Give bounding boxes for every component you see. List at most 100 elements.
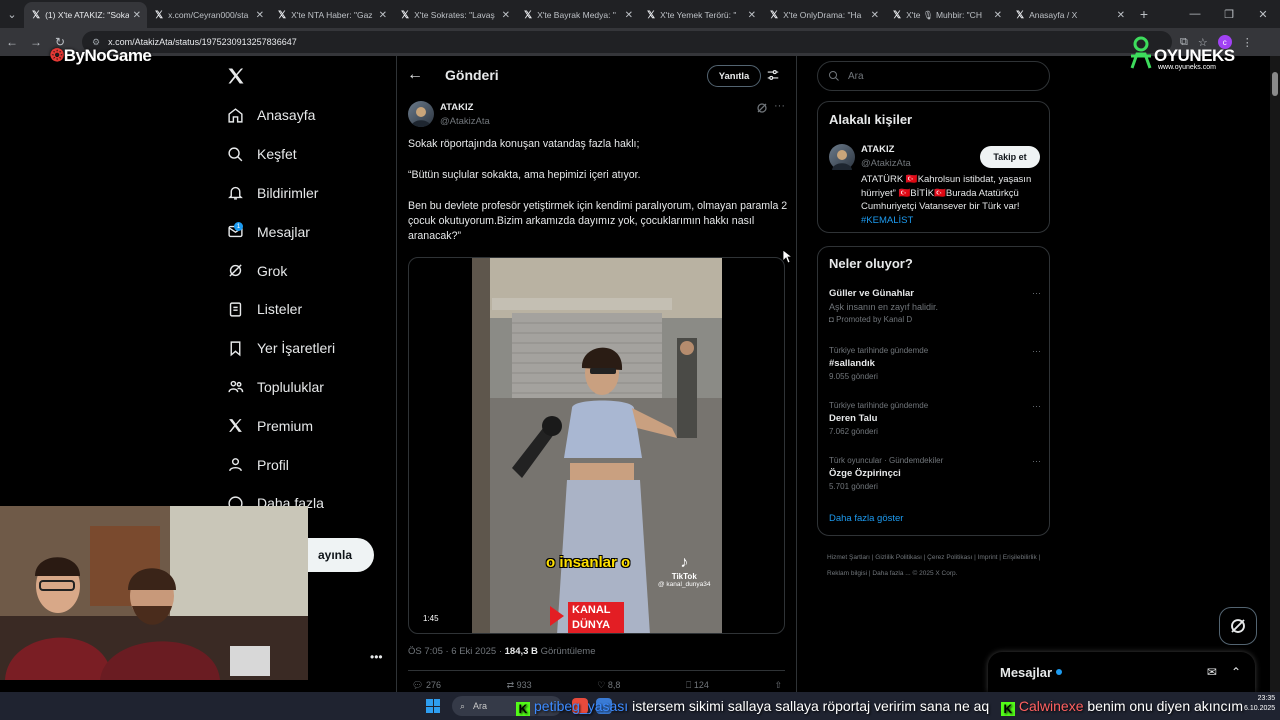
new-tab-button[interactable]: + — [1131, 6, 1157, 22]
tab-title: Anasayfa / X — [1029, 10, 1078, 20]
trend-context: Türkiye tarihinde gündemde — [829, 401, 929, 410]
chat-message: benim onu diyen akıncım — [1087, 698, 1244, 714]
nav-communities[interactable]: Topluluklar — [226, 368, 335, 407]
related-name[interactable]: ATAKIZ — [861, 144, 894, 155]
nav-label: Bildirimler — [257, 184, 319, 201]
scrollbar-thumb[interactable] — [1272, 72, 1278, 96]
nav-bookmarks[interactable]: Yer İşaretleri — [226, 329, 335, 368]
nav-lists[interactable]: Listeler — [226, 290, 335, 329]
chat-ticker: Kpetibeg_yasası istersem sikimi sallaya … — [516, 698, 1280, 720]
reply-action[interactable]: 💬︎ 276 — [412, 680, 441, 691]
windows-start-icon[interactable] — [426, 699, 440, 713]
nav-messages[interactable]: 1 Mesajlar — [226, 212, 335, 251]
nav-home[interactable]: Anasayfa — [226, 96, 335, 135]
new-message-icon[interactable]: ✉ — [1207, 665, 1217, 679]
restore-icon[interactable]: ❐ — [1212, 8, 1246, 21]
forward-icon[interactable]: → — [24, 35, 48, 49]
close-tab-icon[interactable]: ✕ — [379, 10, 387, 21]
bynogame-logo: ❂ByNoGame — [50, 46, 152, 66]
post-time[interactable]: ÖS 7:05 · 6 Eki 2025 · — [408, 646, 502, 657]
trend-item[interactable]: Türkiye tarihinde gündemde Deren Talu 7.… — [829, 401, 1041, 436]
browser-tab[interactable]: 𝕏 Anasayfa / X ✕ — [1008, 2, 1131, 28]
bookmark-count: 124 — [693, 680, 709, 690]
browser-tab[interactable]: 𝕏 x.com/Ceyran000/sta ✕ — [147, 2, 270, 28]
share-icon[interactable]: ⇧ — [774, 680, 782, 691]
close-tab-icon[interactable]: ✕ — [994, 10, 1002, 21]
reply-count: 276 — [425, 680, 441, 690]
back-arrow-icon[interactable]: ← — [407, 66, 423, 84]
close-window-icon[interactable]: ✕ — [1246, 8, 1280, 21]
close-tab-icon[interactable]: ✕ — [1117, 10, 1125, 21]
browser-tab[interactable]: 𝕏 X'te 🎙 Muhbir: "CH ✕ — [885, 2, 1008, 28]
footer-links[interactable]: Hizmet Şartları | Gizlilik Politikası | … — [827, 550, 1047, 582]
nav-premium[interactable]: Premium — [226, 406, 335, 445]
mouse-cursor-icon — [783, 250, 793, 264]
close-tab-icon[interactable]: ✕ — [133, 10, 141, 21]
grok-icon[interactable] — [756, 102, 768, 114]
search-input[interactable]: Ara — [817, 61, 1050, 91]
browser-tab[interactable]: 𝕏 X'te OnlyDrama: "Ha ✕ — [762, 2, 885, 28]
trend-more-icon[interactable]: ··· — [1032, 288, 1041, 298]
nav-profile[interactable]: Profil — [226, 445, 335, 484]
close-tab-icon[interactable]: ✕ — [625, 10, 633, 21]
x-logo-icon[interactable] — [226, 66, 246, 86]
browser-tabbar: ⌄ 𝕏 (1) X'te ATAKIZ: "Sokak ✕ 𝕏 x.com/Ce… — [0, 0, 1280, 28]
grok-floating-button[interactable] — [1219, 607, 1257, 645]
nav-label: Yer İşaretleri — [257, 340, 336, 357]
kanal-logo-top: KANAL — [572, 604, 611, 616]
scrollbar[interactable] — [1270, 56, 1280, 696]
trend-item[interactable]: Türk oyuncular · Gündemdekiler Özge Özpi… — [829, 456, 1041, 491]
close-tab-icon[interactable]: ✕ — [871, 10, 879, 21]
messages-dock[interactable]: Mesajlar ✉ ⌃ — [988, 652, 1255, 692]
browser-tab[interactable]: 𝕏 X'te Sokrates: "Lavaş ✕ — [393, 2, 516, 28]
author-name[interactable]: ATAKIZ — [440, 102, 473, 113]
grok-icon — [226, 262, 244, 280]
browser-tab[interactable]: 𝕏 X'te NTA Haber: "Gaz ✕ — [270, 2, 393, 28]
video-frame[interactable]: o insanlar o ♪ TikTok @ kanal_dunya34 KA… — [472, 258, 722, 633]
x-favicon-icon: 𝕏 — [278, 9, 287, 21]
nav-grok[interactable]: Grok — [226, 251, 335, 290]
trend-item[interactable]: Türkiye tarihinde gündemde #sallandık 9.… — [829, 346, 1041, 381]
tab-title: (1) X'te ATAKIZ: "Sokak — [45, 10, 129, 20]
column-divider — [396, 56, 397, 720]
back-icon[interactable]: ← — [0, 35, 24, 49]
related-handle[interactable]: @AtakizAta — [861, 158, 911, 169]
column-divider — [796, 56, 797, 720]
like-action[interactable]: ♡ 8,8 — [597, 680, 620, 691]
bookmark-action[interactable]: ⎕ 124 — [686, 680, 709, 691]
trend-title: #sallandık — [829, 358, 875, 369]
browser-tab[interactable]: 𝕏 X'te Bayrak Medya: " ✕ — [516, 2, 639, 28]
nav-label: Anasayfa — [257, 107, 316, 124]
avatar[interactable] — [829, 144, 855, 170]
trend-item[interactable]: Güller ve Günahlar Aşk insanın en zayıf … — [829, 288, 1041, 324]
nav-notifications[interactable]: Bildirimler — [226, 174, 335, 213]
tiktok-user: @ kanal_dunya34 — [658, 581, 711, 588]
nav-explore[interactable]: Keşfet — [226, 135, 335, 174]
reply-button[interactable]: Yanıtla — [707, 65, 761, 87]
close-tab-icon[interactable]: ✕ — [748, 10, 756, 21]
follow-button[interactable]: Takip et — [980, 146, 1040, 168]
account-more-icon[interactable]: ••• — [370, 650, 383, 664]
trend-more-icon[interactable]: ··· — [1032, 456, 1041, 466]
repost-action[interactable]: ⇄ 933 — [507, 680, 532, 691]
close-tab-icon[interactable]: ✕ — [502, 10, 510, 21]
browser-tab[interactable]: 𝕏 (1) X'te ATAKIZ: "Sokak ✕ — [24, 2, 147, 28]
sliders-icon[interactable] — [766, 68, 780, 82]
x-icon — [226, 417, 244, 435]
browser-tab[interactable]: 𝕏 X'te Yemek Terörü: " ✕ — [639, 2, 762, 28]
close-tab-icon[interactable]: ✕ — [256, 10, 264, 21]
trend-more-icon[interactable]: ··· — [1032, 346, 1041, 356]
x-favicon-icon: 𝕏 — [647, 9, 656, 21]
author-handle[interactable]: @AtakizAta — [440, 116, 490, 127]
hashtag-link[interactable]: #KEMALİST — [861, 215, 913, 226]
trend-more-icon[interactable]: ··· — [1032, 401, 1041, 411]
show-more-link[interactable]: Daha fazla göster — [829, 513, 903, 524]
author-avatar[interactable] — [408, 101, 434, 127]
tab-search-button[interactable]: ⌄ — [0, 0, 24, 28]
post-more-icon[interactable]: ··· — [774, 100, 785, 112]
nav-label: Keşfet — [257, 146, 297, 163]
minimize-icon[interactable]: — — [1178, 8, 1212, 21]
expand-icon[interactable]: ⌃ — [1231, 665, 1241, 679]
url-input[interactable]: ⚙ x.com/AtakizAta/status/197523091325783… — [82, 31, 1172, 53]
post-video[interactable]: o insanlar o ♪ TikTok @ kanal_dunya34 KA… — [408, 257, 785, 634]
